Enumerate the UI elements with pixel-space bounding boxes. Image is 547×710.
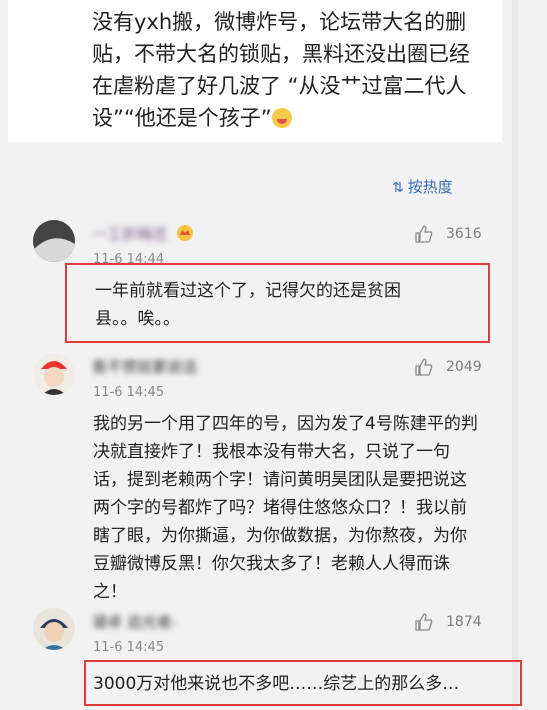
sort-by-hot-button[interactable]: ⇅ 按热度 (392, 176, 453, 197)
post-card: 没有yxh搬，微博炸号，论坛带大名的删贴，不带大名的锁贴，黑料还没出圈已经在虐粉… (8, 0, 502, 142)
avatar[interactable] (33, 220, 75, 262)
scrollbar[interactable] (512, 0, 518, 710)
commenter-name[interactable]: 凝卓 追光者- (92, 611, 177, 632)
thumbs-up-icon (415, 225, 433, 243)
post-text: 没有yxh搬，微博炸号，论坛带大名的删贴，不带大名的锁贴，黑料还没出圈已经在虐粉… (92, 10, 470, 130)
like-button[interactable]: 1874 (414, 612, 482, 632)
crying-face-emoji-icon (271, 108, 292, 128)
like-button[interactable]: 2049 (414, 357, 482, 377)
like-count: 3616 (446, 226, 482, 242)
highlight-box (65, 263, 490, 343)
comment-item: 看不惯就要说话 11-6 14:45 2049 我的另一个用了四年的号，因为发了… (0, 348, 512, 602)
thumbs-up-icon (415, 358, 433, 376)
comment-time: 11-6 14:45 (93, 385, 165, 400)
like-count: 1874 (446, 614, 482, 630)
commenter-name[interactable]: 一工折梅还 (92, 223, 194, 244)
comment-text: 我的另一个用了四年的号，因为发了4号陈建平的判决就直接炸了！我根本没有带大名，只… (93, 414, 478, 602)
sort-icon: ⇅ (392, 180, 404, 196)
commenter-name[interactable]: 看不惯就要说话 (92, 356, 197, 377)
avatar[interactable] (33, 353, 75, 395)
highlight-box (84, 660, 522, 706)
comment-time: 11-6 14:45 (93, 640, 165, 655)
vip-badge-icon (176, 225, 193, 241)
sort-label: 按热度 (407, 178, 453, 196)
like-count: 2049 (446, 359, 482, 375)
avatar[interactable] (33, 608, 75, 650)
like-button[interactable]: 3616 (414, 224, 482, 244)
thumbs-up-icon (415, 613, 433, 631)
